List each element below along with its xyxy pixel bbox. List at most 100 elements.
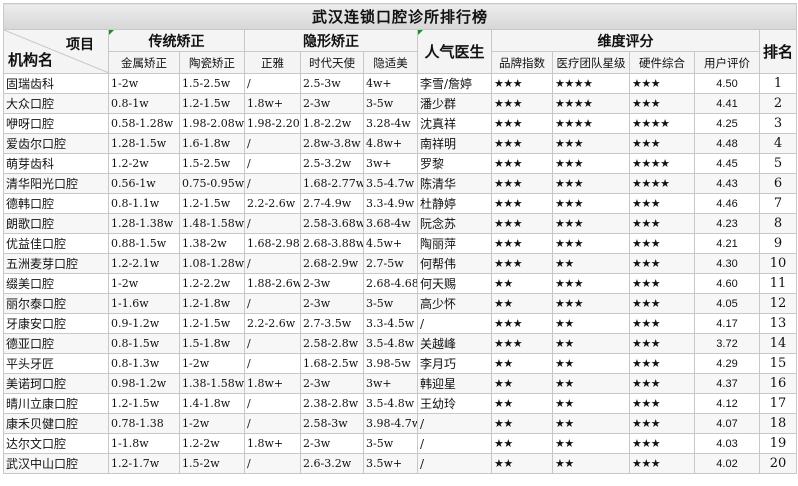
- invisalign-price-cell: 3.98-5w: [363, 353, 418, 374]
- ceramic-price-cell: 1.98-2.08w: [179, 113, 245, 134]
- rank-number-cell: 2: [758, 93, 798, 114]
- team-stars-cell: ★★: [552, 313, 630, 334]
- angel-price-cell: 2-3w: [300, 373, 364, 394]
- group-header-invisible: 隐形矫正: [244, 29, 418, 52]
- rank-number-cell: 11: [758, 273, 798, 294]
- table-row: 达尔文口腔 1-1.8w 1.2-2w 1.8w+ 2-3w 3-5w / ★★ ★★ ★★★ 4.…: [3, 433, 798, 454]
- angel-price-cell: 2.38-2.8w: [300, 393, 364, 414]
- ceramic-price-cell: 1.2-2w: [179, 433, 245, 454]
- user-score-cell: 4.50: [694, 73, 760, 94]
- ceramic-price-cell: 1.2-1.5w: [179, 193, 245, 214]
- angel-price-cell: 2.58-3.68w: [300, 213, 364, 234]
- ranking-table: 武汉连锁口腔诊所排行榜 项目 机构名 传统矫正 隐形矫正 人气医生 维度评分 排…: [2, 3, 798, 474]
- team-stars-cell: ★★★★: [552, 113, 630, 134]
- zhengya-price-cell: /: [244, 213, 301, 234]
- hardware-stars-cell: ★★★: [629, 293, 695, 314]
- invisalign-price-cell: 3.3-4.5w: [363, 313, 418, 334]
- institution-name-cell: 优益佳口腔: [3, 233, 109, 254]
- user-score-cell: 4.17: [694, 313, 760, 334]
- ceramic-price-cell: 1.38-2w: [179, 233, 245, 254]
- metal-price-cell: 1-1.8w: [108, 433, 180, 454]
- team-stars-cell: ★★★★: [552, 73, 630, 94]
- subheader-user-rating: 用户评价: [694, 51, 760, 74]
- user-score-cell: 4.02: [694, 453, 760, 474]
- invisalign-price-cell: 3w+: [363, 153, 418, 174]
- table-row: 丽尔泰口腔 1-1.6w 1.2-1.8w/2-3w 3-5w 高少怀 ★★ ★★★ ★★★ 4…: [3, 293, 798, 314]
- metal-price-cell: 0.58-1.28w: [108, 113, 180, 134]
- rank-number-cell: 6: [758, 173, 798, 194]
- institution-name-cell: 固瑞齿科: [3, 73, 109, 94]
- zhengya-price-cell: /: [244, 173, 301, 194]
- team-stars-cell: ★★: [552, 413, 630, 434]
- table-row: 康禾贝健口腔 0.78-1.38 1-2w/2.58-3w 3.98-4.7w / ★★ ★…: [3, 413, 798, 434]
- doctor-cell: 李雪/詹婷: [417, 73, 492, 94]
- user-score-cell: 4.30: [694, 253, 760, 274]
- doctor-cell: 罗黎: [417, 153, 492, 174]
- team-stars-cell: ★★: [552, 333, 630, 354]
- institution-name-cell: 晴川立康口腔: [3, 393, 109, 414]
- doctor-cell: /: [417, 413, 492, 434]
- angel-price-cell: 1.68-2.77w: [300, 173, 364, 194]
- doctor-cell: 王幼玲: [417, 393, 492, 414]
- doctor-cell: 陶丽萍: [417, 233, 492, 254]
- angel-price-cell: 2-3w: [300, 93, 364, 114]
- doctor-cell: /: [417, 313, 492, 334]
- brand-stars-cell: ★★: [491, 393, 553, 414]
- team-stars-cell: ★★★★: [552, 93, 630, 114]
- institution-name-cell: 平头牙匠: [3, 353, 109, 374]
- metal-price-cell: 0.9-1.2w: [108, 313, 180, 334]
- angel-price-cell: 2.6-3.2w: [300, 453, 364, 474]
- institution-name-cell: 德韩口腔: [3, 193, 109, 214]
- doctor-cell: 阮念苏: [417, 213, 492, 234]
- institution-name-cell: 康禾贝健口腔: [3, 413, 109, 434]
- table-row: 朗歌口腔 1.28-1.38w 1.48-1.58w/2.58-3.68w 3.68-…: [3, 213, 798, 234]
- metal-price-cell: 0.8-1.1w: [108, 193, 180, 214]
- metal-price-cell: 0.8-1.3w: [108, 353, 180, 374]
- user-score-cell: 4.29: [694, 353, 760, 374]
- institution-name-cell: 德亚口腔: [3, 333, 109, 354]
- rank-number-cell: 16: [758, 373, 798, 394]
- user-score-cell: 4.37: [694, 373, 760, 394]
- table-row: 爱齿尔口腔 1.28-1.5w 1.6-1.8w/2.8w-3.8w 4.8w+ 南祥明…: [3, 133, 798, 154]
- doctor-cell: /: [417, 453, 492, 474]
- team-stars-cell: ★★: [552, 433, 630, 454]
- rank-number-cell: 7: [758, 193, 798, 214]
- hardware-stars-cell: ★★★: [629, 73, 695, 94]
- ceramic-price-cell: 1.4-1.8w: [179, 393, 245, 414]
- ceramic-price-cell: 1.5-2w: [179, 453, 245, 474]
- brand-stars-cell: ★★: [491, 433, 553, 454]
- invisalign-price-cell: 3.5-4.8w: [363, 393, 418, 414]
- user-score-cell: 4.60: [694, 273, 760, 294]
- zhengya-price-cell: 1.88-2.6w: [244, 273, 301, 294]
- ceramic-price-cell: 1-2w: [179, 353, 245, 374]
- invisalign-price-cell: 3-5w: [363, 433, 418, 454]
- subheader-hardware: 硬件综合: [629, 51, 695, 74]
- angel-price-cell: 2.5-3w: [300, 73, 364, 94]
- angel-price-cell: 2.7-3.5w: [300, 313, 364, 334]
- table-row: 清华阳光口腔 0.56-1w 0.75-0.95w/1.68-2.77w 3.5-4.…: [3, 173, 798, 194]
- ceramic-price-cell: 1.2-2.2w: [179, 273, 245, 294]
- team-stars-cell: ★★★: [552, 213, 630, 234]
- invisalign-price-cell: 3.3-4.9w: [363, 193, 418, 214]
- subheader-brand-index: 品牌指数: [491, 51, 553, 74]
- doctor-cell: 杜静婷: [417, 193, 492, 214]
- hardware-stars-cell: ★★★★: [629, 113, 695, 134]
- metal-price-cell: 0.88-1.5w: [108, 233, 180, 254]
- team-stars-cell: ★★★: [552, 273, 630, 294]
- institution-name-cell: 美诺珂口腔: [3, 373, 109, 394]
- brand-stars-cell: ★★★: [491, 213, 553, 234]
- table-row: 德韩口腔 0.8-1.1w 1.2-1.5w 2.2-2.6w 2.7-4.9w 3.3-…: [3, 193, 798, 214]
- zhengya-price-cell: /: [244, 133, 301, 154]
- team-stars-cell: ★★★: [552, 293, 630, 314]
- team-stars-cell: ★★: [552, 353, 630, 374]
- angel-price-cell: 2-3w: [300, 273, 364, 294]
- angel-price-cell: 1.8-2.2w: [300, 113, 364, 134]
- subheader-metal: 金属矫正: [108, 51, 180, 74]
- table-row: 平头牙匠 0.8-1.3w 1-2w/1.68-2.5w 3.98-5w 李月巧 ★★ ★★…: [3, 353, 798, 374]
- zhengya-price-cell: 1.68-2.98w: [244, 233, 301, 254]
- user-score-cell: 4.46: [694, 193, 760, 214]
- user-score-cell: 4.48: [694, 133, 760, 154]
- angel-price-cell: 2.5-3.2w: [300, 153, 364, 174]
- user-score-cell: 4.21: [694, 233, 760, 254]
- ceramic-price-cell: 1.38-1.58w: [179, 373, 245, 394]
